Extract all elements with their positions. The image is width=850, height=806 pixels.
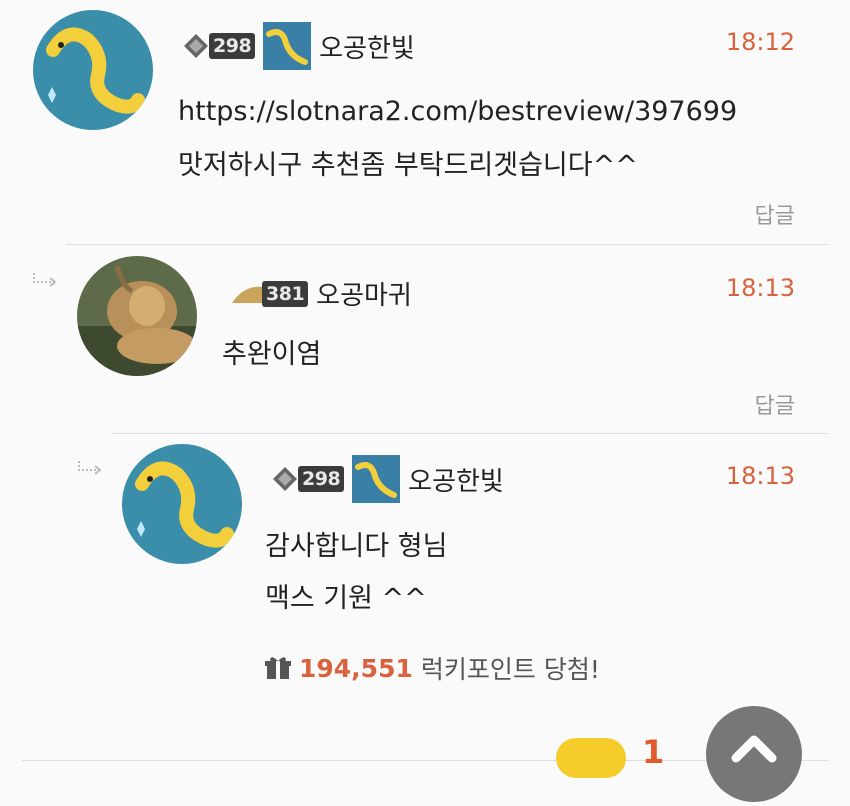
divider <box>111 433 828 434</box>
avatar[interactable] <box>77 256 197 376</box>
comment-text-line[interactable]: https://slotnara2.com/bestreview/397699 <box>178 85 737 139</box>
eel-badge-icon <box>263 22 312 70</box>
comment-text-line: 추완이염 <box>222 339 322 370</box>
avatar[interactable] <box>122 444 242 564</box>
lion-avatar-icon <box>77 256 197 376</box>
eel-avatar-icon <box>33 10 153 130</box>
nickname[interactable]: 오공한빛 <box>319 28 415 65</box>
eel-avatar-icon <box>122 444 242 564</box>
comment-text-line: 감사합니다 형님 <box>265 531 448 562</box>
lucky-point-notice: 194,551 럭키포인트 당첨! <box>265 650 600 686</box>
level-number: 298 <box>298 466 345 492</box>
level-number: 298 <box>209 33 256 59</box>
reply-button[interactable]: 답글 <box>755 198 795 230</box>
mascot-badge-icon <box>556 738 626 778</box>
level-number: 381 <box>262 280 309 307</box>
lucky-text: 럭키포인트 당첨! <box>420 655 600 684</box>
avatar[interactable] <box>33 10 153 130</box>
eel-badge-icon <box>352 455 401 503</box>
reply-button[interactable]: 답글 <box>755 388 795 420</box>
gift-icon <box>265 657 291 679</box>
nickname[interactable]: 오공한빛 <box>408 461 504 498</box>
wing-icon <box>232 286 262 303</box>
reply-arrow-icon <box>33 273 57 287</box>
level-badge: 381 <box>230 280 309 307</box>
level-badge: 298 <box>183 33 256 59</box>
reply-arrow-icon <box>78 461 102 475</box>
page-number[interactable]: 1 <box>642 733 664 771</box>
comment-text-line: 맥스 기원 ^^ <box>265 583 427 614</box>
timestamp: 18:12 <box>725 28 795 56</box>
comment-text-line: 맛저하시구 추천좀 부탁드리겟습니다^^ <box>178 150 638 181</box>
chevron-up-icon <box>731 735 777 763</box>
scroll-to-top-button[interactable] <box>706 706 802 802</box>
gem-icon <box>184 34 208 58</box>
nickname[interactable]: 오공마귀 <box>316 275 412 312</box>
lucky-amount: 194,551 <box>299 653 413 683</box>
level-badge: 298 <box>272 466 345 492</box>
timestamp: 18:13 <box>725 274 795 302</box>
divider <box>66 244 828 245</box>
timestamp: 18:13 <box>725 462 795 490</box>
gem-icon <box>273 467 297 491</box>
